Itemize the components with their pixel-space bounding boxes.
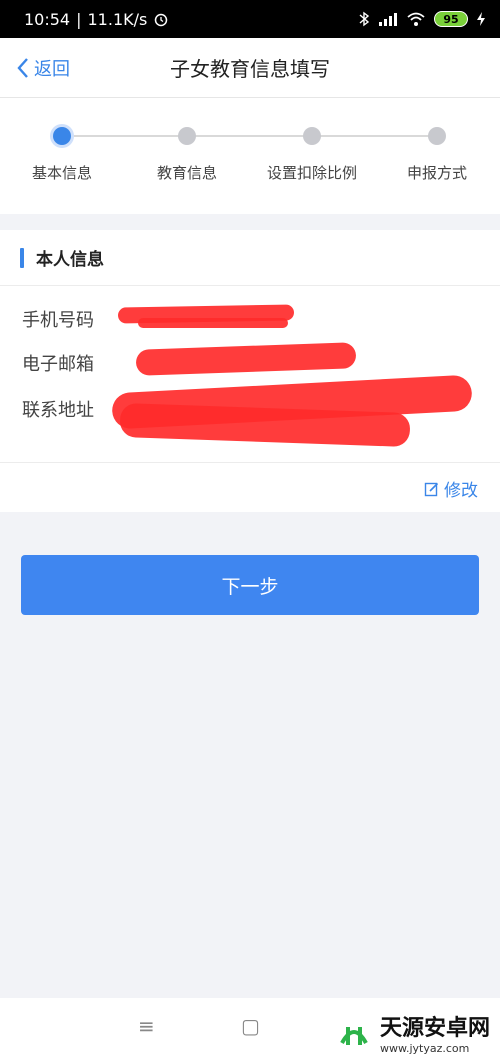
network-speed: 11.1K/s	[87, 9, 148, 29]
watermark: 天源安卓网 www.jytyaz.com	[334, 1010, 490, 1055]
status-separator: |	[76, 9, 82, 29]
wifi-icon	[407, 12, 425, 26]
watermark-text: 天源安卓网 www.jytyaz.com	[380, 1010, 490, 1055]
edit-icon	[424, 482, 439, 496]
status-left: 10:54 | 11.1K/s	[24, 10, 169, 29]
home-icon[interactable]: ▢	[241, 1014, 260, 1038]
step-label-basic-info: 基本信息	[31, 164, 93, 182]
status-right: 95	[358, 11, 486, 27]
step-dot-basic-info	[53, 127, 71, 145]
watermark-logo-icon	[340, 1026, 368, 1045]
address-label: 联系地址	[22, 400, 94, 421]
battery-icon: 95	[434, 11, 468, 27]
step-dot-filing-method	[428, 127, 446, 145]
edit-button[interactable]: 修改	[424, 476, 478, 501]
section-accent-bar	[20, 247, 24, 268]
nav-bar: 返回 子女教育信息填写	[0, 38, 500, 98]
email-redaction	[135, 342, 357, 376]
step-dot-deduction-ratio	[303, 127, 321, 145]
section-header: 本人信息	[0, 230, 500, 286]
bluetooth-icon	[359, 11, 370, 27]
step-label-education-info: 教育信息	[156, 164, 218, 182]
watermark-name: 天源安卓网	[379, 1016, 490, 1041]
alarm-icon	[155, 13, 168, 27]
progress-stepper: 基本信息 教育信息 设置扣除比例 申报方式	[0, 98, 500, 214]
email-label: 电子邮箱	[22, 354, 94, 375]
chevron-left-icon	[17, 58, 28, 78]
edit-label: 修改	[444, 481, 478, 501]
signal-icon	[379, 13, 397, 26]
watermark-url: www.jytyaz.com	[379, 1042, 470, 1055]
next-step-button[interactable]: 下一步	[21, 555, 479, 615]
back-label: 返回	[34, 59, 70, 80]
charging-icon	[477, 12, 485, 26]
phone-redaction-stroke	[138, 318, 288, 328]
menu-icon[interactable]: ≡	[138, 1014, 155, 1038]
card-divider	[0, 462, 500, 463]
personal-info-card: 本人信息 手机号码 电子邮箱 联系地址 修改	[0, 230, 500, 512]
step-label-deduction-ratio: 设置扣除比例	[266, 164, 358, 182]
step-dot-education-info	[178, 127, 196, 145]
page-title: 子女教育信息填写	[170, 57, 330, 81]
status-time: 10:54	[24, 9, 71, 29]
back-button[interactable]: 返回	[16, 38, 70, 98]
section-title: 本人信息	[36, 250, 104, 270]
status-bar: 10:54 | 11.1K/s 95	[0, 0, 500, 38]
stepper-track	[62, 135, 438, 137]
step-label-filing-method: 申报方式	[406, 164, 468, 182]
phone-label: 手机号码	[22, 310, 94, 331]
